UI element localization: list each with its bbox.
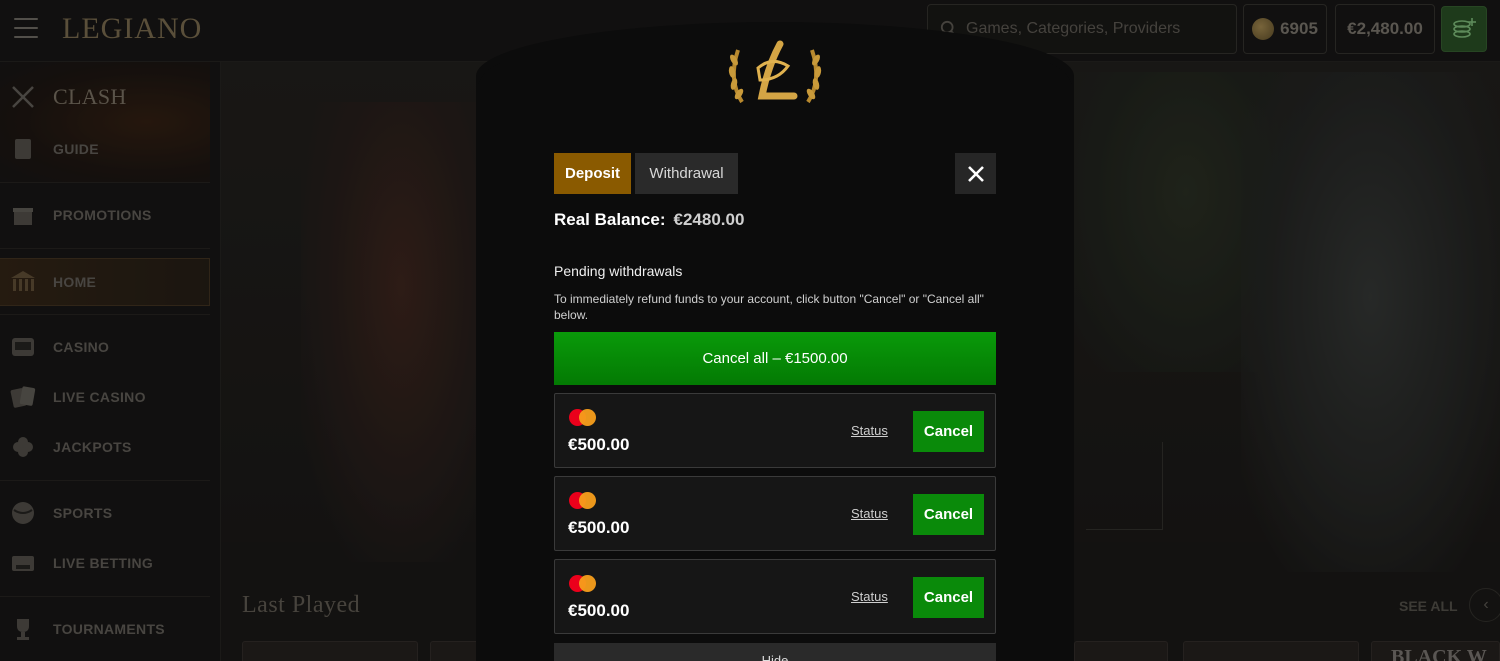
- close-icon: [967, 165, 984, 182]
- cashier-tabs: Deposit Withdrawal: [554, 153, 738, 194]
- cancel-all-button[interactable]: Cancel all – €1500.00: [554, 332, 996, 385]
- pending-withdrawals-description: To immediately refund funds to your acco…: [554, 292, 984, 322]
- cancel-withdrawal-button[interactable]: Cancel: [913, 494, 984, 535]
- withdrawal-item: €500.00 Status Cancel: [554, 393, 996, 468]
- mastercard-icon: [569, 409, 597, 427]
- withdrawal-amount: €500.00: [568, 518, 630, 537]
- legiano-emblem-icon: [728, 40, 822, 104]
- real-balance-value: €2480.00: [673, 210, 745, 229]
- withdrawal-item: €500.00 Status Cancel: [554, 476, 996, 551]
- mastercard-icon: [569, 575, 597, 593]
- mastercard-icon: [569, 492, 597, 510]
- hide-toggle[interactable]: Hide: [554, 643, 996, 661]
- close-button[interactable]: [955, 153, 996, 194]
- withdrawal-amount: €500.00: [568, 435, 630, 454]
- status-link[interactable]: Status: [851, 423, 888, 438]
- pending-withdrawals-title: Pending withdrawals: [554, 263, 683, 279]
- tab-deposit[interactable]: Deposit: [554, 153, 631, 194]
- status-link[interactable]: Status: [851, 589, 888, 604]
- status-link[interactable]: Status: [851, 506, 888, 521]
- real-balance-label: Real Balance:: [554, 210, 666, 229]
- withdrawal-amount: €500.00: [568, 601, 630, 620]
- cancel-withdrawal-button[interactable]: Cancel: [913, 577, 984, 618]
- page: LEGIANO 6905 €2,480.00 CLASH GUIDE PROMO…: [0, 0, 1500, 661]
- hide-label: Hide: [761, 653, 789, 661]
- tab-withdrawal[interactable]: Withdrawal: [635, 153, 738, 194]
- withdrawal-item: €500.00 Status Cancel: [554, 559, 996, 634]
- real-balance: Real Balance: €2480.00: [554, 210, 744, 230]
- cancel-withdrawal-button[interactable]: Cancel: [913, 411, 984, 452]
